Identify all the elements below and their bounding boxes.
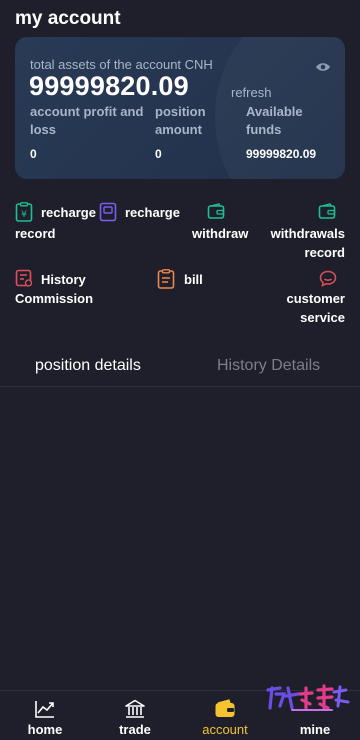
commission-icon: [15, 269, 33, 287]
tab-position-details[interactable]: position details: [35, 357, 141, 375]
available-funds-label: Available funds: [246, 103, 336, 139]
tab-history-details[interactable]: History Details: [217, 357, 320, 375]
profit-loss-label-line2: loss: [30, 122, 57, 137]
assets-card: total assets of the account CNH 99999820…: [15, 37, 345, 179]
brand-logo-watermark: [266, 684, 350, 711]
customer-service-label-line1: customer: [286, 291, 345, 306]
recharge-label: recharge: [125, 205, 180, 220]
yuan-receipt-icon: ¥: [15, 202, 33, 222]
customer-service-button[interactable]: customer service: [282, 269, 346, 327]
nav-trade[interactable]: trade: [90, 691, 180, 740]
available-funds-value: 99999820.09: [246, 147, 317, 161]
profit-loss-label: account profit and loss: [30, 103, 150, 139]
nav-account-label: account: [202, 722, 248, 737]
history-commission-button[interactable]: History Commission: [15, 269, 95, 311]
total-assets-value: 99999820.09: [29, 71, 189, 101]
total-assets-label: total assets of the account CNH: [30, 57, 213, 72]
position-amount-label-line2: amount: [155, 122, 202, 137]
wallet-card-icon: [99, 202, 117, 222]
withdrawals-record-label-line2: record: [304, 245, 345, 260]
chart-line-icon: [35, 701, 54, 718]
withdrawals-record-button[interactable]: withdrawals record: [268, 202, 346, 260]
page-title: my account: [15, 8, 121, 29]
wallet-record-icon: [318, 203, 336, 219]
profit-loss-label-line1: account profit and: [30, 104, 144, 119]
bank-icon: [125, 699, 145, 718]
nav-home[interactable]: home: [0, 691, 90, 740]
refresh-button[interactable]: refresh: [231, 85, 271, 100]
wallet-filled-icon: [215, 699, 235, 717]
available-funds-label-line2: funds: [246, 122, 282, 137]
available-funds-label-line1: Available: [246, 104, 303, 119]
recharge-record-button[interactable]: ¥ recharge record: [15, 202, 97, 244]
bill-label: bill: [184, 272, 203, 287]
detail-tabs: position details History Details: [0, 349, 360, 387]
chat-icon: [319, 270, 337, 287]
nav-mine-label: mine: [299, 722, 331, 737]
nav-account[interactable]: account: [180, 691, 270, 740]
history-commission-label-line2: Commission: [15, 291, 94, 306]
bill-button[interactable]: bill: [157, 269, 207, 291]
eye-icon[interactable]: [315, 61, 331, 73]
recharge-button[interactable]: recharge: [99, 202, 183, 224]
position-amount-value: 0: [155, 147, 162, 161]
position-amount-label-line1: position: [155, 104, 206, 119]
wallet-icon: [207, 203, 225, 219]
recharge-record-label-line1: recharge: [41, 205, 96, 220]
position-amount-label: position amount: [155, 103, 235, 139]
nav-home-label: home: [27, 722, 63, 737]
withdraw-button[interactable]: withdraw: [192, 202, 254, 242]
bill-icon: [157, 269, 175, 289]
nav-trade-label: trade: [119, 722, 151, 737]
customer-service-label-line2: service: [300, 310, 345, 325]
withdraw-label: withdraw: [192, 226, 249, 241]
withdrawals-record-label-line1: withdrawals: [270, 226, 345, 241]
recharge-record-label-line2: record: [15, 226, 56, 241]
history-commission-label-line1: History: [41, 272, 86, 287]
profit-loss-value: 0: [30, 147, 37, 161]
svg-text:¥: ¥: [21, 210, 27, 220]
